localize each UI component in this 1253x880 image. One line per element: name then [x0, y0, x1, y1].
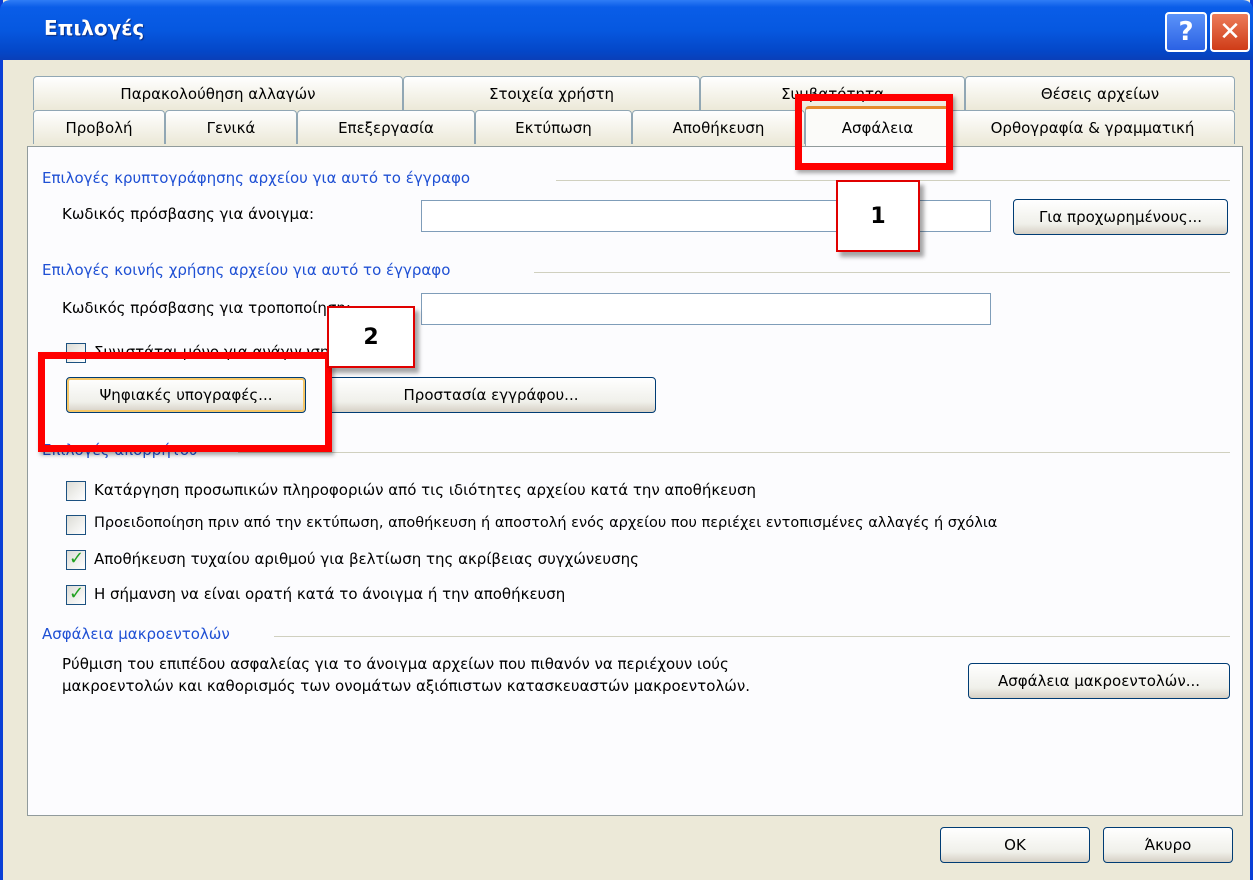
markup-visible-checkbox[interactable]: ✓ [66, 583, 86, 605]
tab-view[interactable]: Προβολή [33, 110, 165, 144]
close-icon: ✕ [1219, 17, 1241, 47]
store-random-number-label: Αποθήκευση τυχαίου αριθμού για βελτίωση … [94, 550, 639, 568]
highlight-digital-signatures [38, 352, 332, 452]
advanced-button[interactable]: Για προχωρημένους... [1013, 199, 1228, 235]
privacy-divider [238, 452, 1230, 453]
encryption-group-title: Επιλογές κρυπτογράφησης αρχείου για αυτό… [42, 169, 471, 187]
callout-2: 2 [327, 306, 415, 368]
store-random-number-checkbox[interactable]: ✓ [66, 548, 86, 570]
close-button[interactable]: ✕ [1210, 12, 1250, 52]
warn-tracked-changes-label: Προειδοποίηση πριν από την εκτύπωση, απο… [94, 515, 998, 531]
protect-document-button[interactable]: Προστασία εγγράφου... [326, 377, 656, 413]
remove-personal-info-label: Κατάργηση προσωπικών πληροφοριών από τις… [94, 481, 756, 499]
sharing-group-title: Επιλογές κοινής χρήσης αρχείου για αυτό … [42, 261, 451, 279]
modify-password-input[interactable] [421, 293, 991, 325]
macro-group-title: Ασφάλεια μακροεντολών [42, 625, 230, 643]
tab-track-changes[interactable]: Παρακολούθηση αλλαγών [33, 76, 403, 110]
macro-description-line2: μακροεντολών και καθορισμός των ονομάτων… [62, 677, 750, 695]
tab-save[interactable]: Αποθήκευση [632, 110, 805, 144]
highlight-security-tab [795, 94, 953, 170]
help-button[interactable]: ? [1165, 12, 1207, 52]
modify-password-label: Κωδικός πρόσβασης για τροποποίηση: [62, 299, 351, 317]
tab-user-info[interactable]: Στοιχεία χρήστη [403, 76, 700, 110]
macro-divider [274, 636, 1230, 637]
tab-general[interactable]: Γενικά [165, 110, 297, 144]
remove-personal-info-checkbox[interactable] [66, 481, 86, 501]
open-password-label: Κωδικός πρόσβασης για άνοιγμα: [62, 205, 315, 223]
ok-button[interactable]: OK [940, 827, 1090, 863]
macro-description-line1: Ρύθμιση του επιπέδου ασφαλείας για το άν… [62, 655, 729, 673]
cancel-button[interactable]: Άκυρο [1103, 827, 1233, 863]
callout-1: 1 [836, 180, 920, 252]
security-panel: Επιλογές κρυπτογράφησης αρχείου για αυτό… [27, 146, 1243, 816]
macro-security-button[interactable]: Ασφάλεια μακροεντολών... [968, 663, 1230, 699]
markup-visible-label: Η σήμανση να είναι ορατή κατά το άνοιγμα… [94, 585, 566, 603]
help-icon: ? [1178, 17, 1194, 47]
tab-file-locations[interactable]: Θέσεις αρχείων [965, 76, 1235, 110]
warn-tracked-changes-checkbox[interactable] [66, 515, 86, 535]
checkmark-icon: ✓ [69, 583, 85, 604]
tab-spelling-grammar[interactable]: Ορθογραφία & γραμματική [950, 110, 1235, 144]
title-bar[interactable]: Επιλογές ? ✕ [0, 0, 1253, 60]
sharing-divider [534, 272, 1230, 273]
tab-print[interactable]: Εκτύπωση [475, 110, 632, 144]
dialog-title: Επιλογές [44, 16, 145, 40]
checkmark-icon: ✓ [69, 548, 85, 569]
tab-edit[interactable]: Επεξεργασία [297, 110, 475, 144]
